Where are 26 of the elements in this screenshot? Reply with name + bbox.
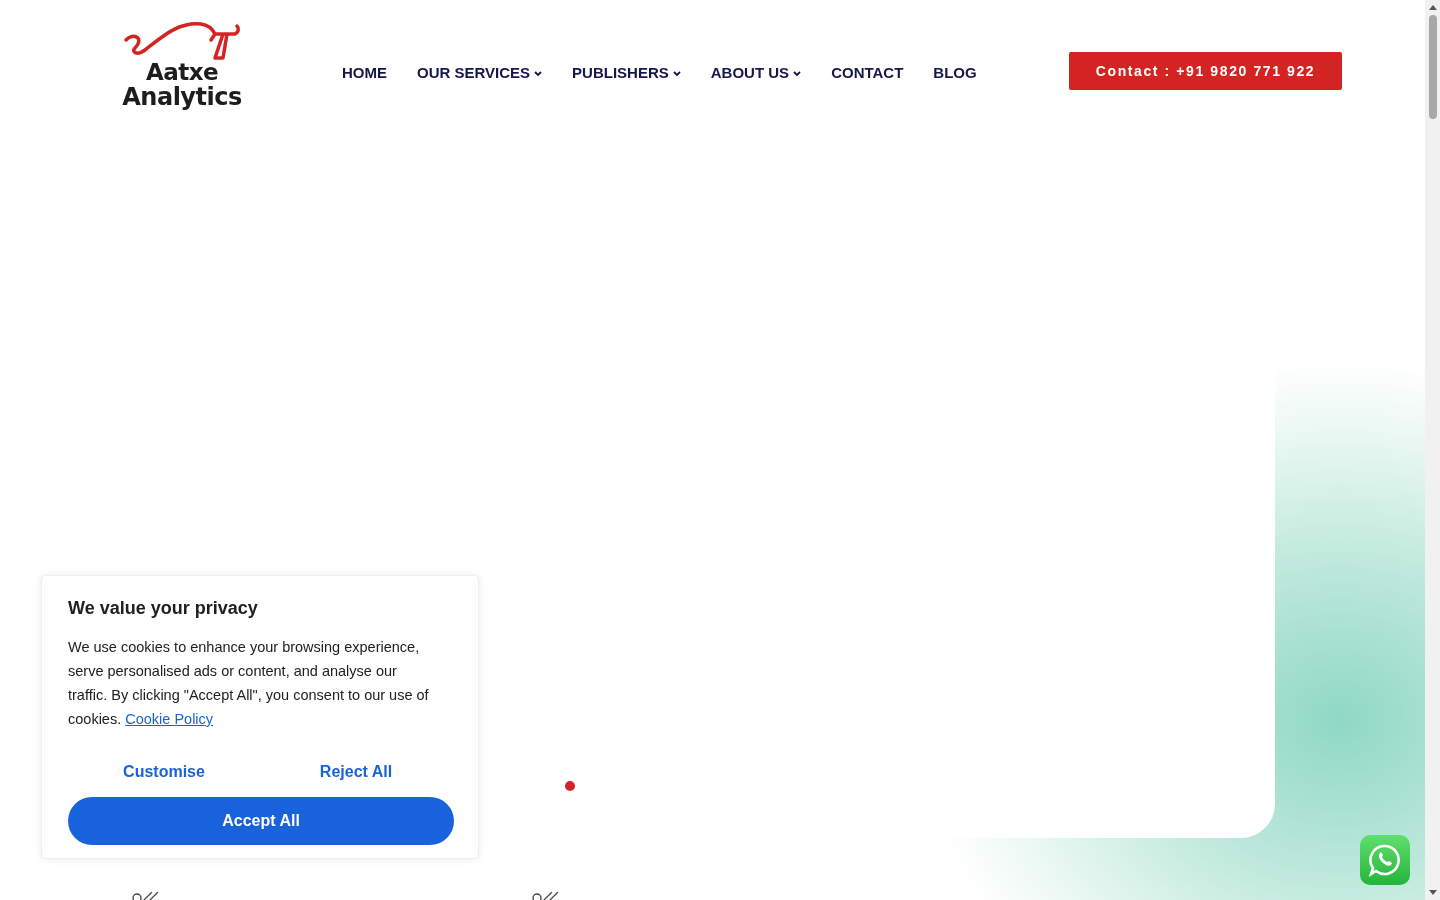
logo-text: Aatxe <box>145 60 219 85</box>
nav-link[interactable]: ABOUT US <box>710 64 802 81</box>
nav-link[interactable]: CONTACT <box>831 64 904 81</box>
nav-link[interactable]: HOME <box>342 64 387 81</box>
chevron-down-icon <box>534 70 543 77</box>
chat-phone-icon <box>1368 843 1402 877</box>
scrollbar-thumb[interactable] <box>1428 15 1437 119</box>
cookie-text: We use cookies to enhance your browsing experience, serve personalised ads or content, and analyse our traffic. By clicking "Accept All", you consent to our use of cookies. Cookie Policy <box>68 638 430 729</box>
logo-text: Analytics <box>122 85 242 110</box>
cookie-option-button[interactable]: Customise <box>68 759 260 785</box>
cookie-option-button[interactable]: Reject All <box>260 759 452 785</box>
accept-all-button[interactable]: Accept All <box>68 797 454 845</box>
cookie-policy-link[interactable]: Cookie Policy <box>125 711 214 727</box>
slider-dot[interactable] <box>565 781 575 791</box>
contact-button[interactable]: Contact : +91 9820 771 922 <box>1069 52 1342 90</box>
nav-link[interactable]: PUBLISHERS <box>572 64 681 81</box>
scroll-up-icon[interactable] <box>1428 5 1437 10</box>
feature-icon <box>532 892 560 900</box>
cookie-title: We value your privacy <box>68 598 259 619</box>
chevron-down-icon <box>672 70 681 77</box>
feature-icon <box>132 892 160 900</box>
whatsapp-button[interactable] <box>1360 835 1410 885</box>
nav-link[interactable]: OUR SERVICES <box>417 64 543 81</box>
scroll-down-icon[interactable] <box>1428 890 1437 895</box>
nav-link[interactable]: BLOG <box>933 64 977 81</box>
chevron-down-icon <box>793 70 802 77</box>
